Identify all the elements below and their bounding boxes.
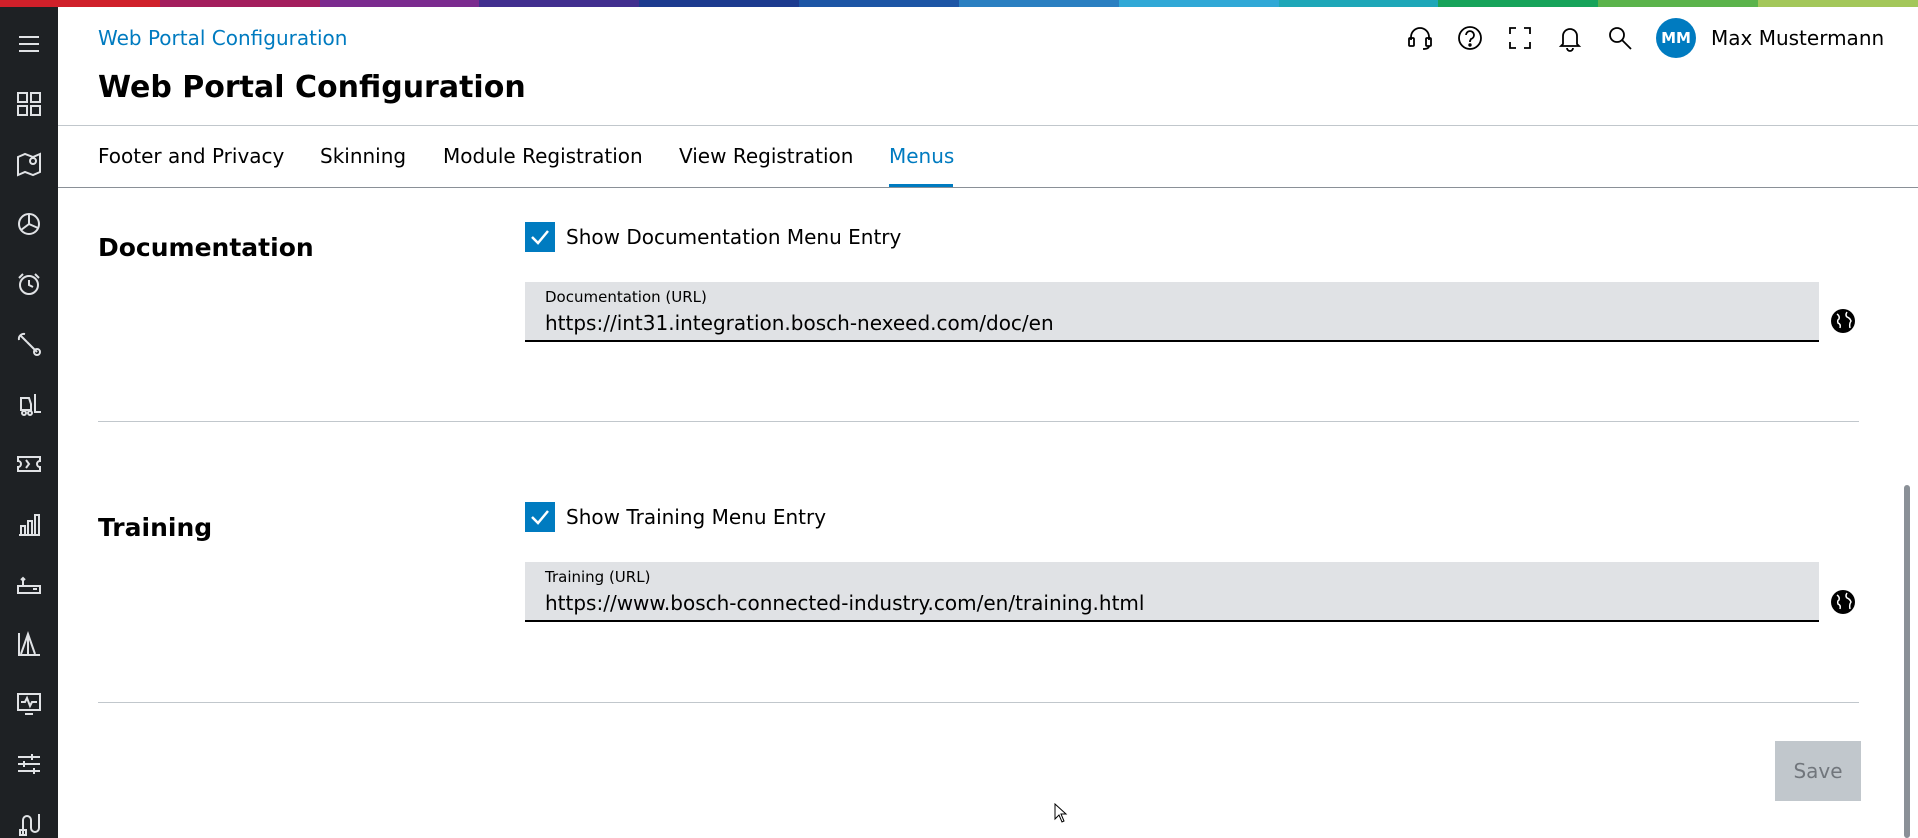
ticket-icon[interactable] bbox=[15, 450, 43, 478]
training-url-input[interactable]: https://www.bosch-connected-industry.com… bbox=[545, 591, 1144, 615]
headset-icon[interactable] bbox=[1405, 23, 1435, 53]
checkmark-icon bbox=[531, 230, 549, 245]
color-bar-segment bbox=[1598, 0, 1759, 7]
tabs-divider bbox=[58, 187, 1918, 188]
map-location-icon[interactable] bbox=[15, 150, 43, 178]
color-bar-segment bbox=[159, 0, 320, 7]
tab-footer-and-privacy[interactable]: Footer and Privacy bbox=[98, 144, 284, 168]
scrollbar[interactable] bbox=[1904, 485, 1910, 838]
pie-chart-icon[interactable] bbox=[15, 210, 43, 238]
training-url-label: Training (URL) bbox=[545, 568, 651, 586]
training-section-title: Training bbox=[98, 513, 213, 542]
bar-chart-icon[interactable] bbox=[15, 510, 43, 538]
tab-view-registration[interactable]: View Registration bbox=[679, 144, 853, 168]
documentation-url-field[interactable]: Documentation (URL) https://int31.integr… bbox=[525, 282, 1819, 342]
help-icon[interactable] bbox=[1455, 23, 1485, 53]
search-icon[interactable] bbox=[1605, 23, 1635, 53]
training-checkbox-label[interactable]: Show Training Menu Entry bbox=[566, 505, 826, 529]
color-bar-segment bbox=[479, 0, 640, 7]
globe-icon[interactable] bbox=[1830, 589, 1856, 615]
notification-bell-icon[interactable] bbox=[1555, 23, 1585, 53]
dashboard-grid-icon[interactable] bbox=[15, 90, 43, 118]
checkmark-icon bbox=[531, 510, 549, 525]
documentation-menu-checkbox[interactable] bbox=[525, 222, 555, 252]
monitor-pulse-icon[interactable] bbox=[15, 690, 43, 718]
section-divider bbox=[98, 421, 1859, 422]
wrench-tool-icon[interactable] bbox=[15, 330, 43, 358]
menu-icon[interactable] bbox=[15, 30, 43, 58]
fullscreen-icon[interactable] bbox=[1505, 23, 1535, 53]
color-bar-segment bbox=[1438, 0, 1599, 7]
tab-skinning[interactable]: Skinning bbox=[320, 144, 406, 168]
color-bar-segment bbox=[1758, 0, 1918, 7]
user-name[interactable]: Max Mustermann bbox=[1711, 26, 1884, 50]
documentation-section-title: Documentation bbox=[98, 233, 314, 262]
save-button[interactable]: Save bbox=[1775, 741, 1861, 801]
section-divider bbox=[98, 702, 1859, 703]
avatar[interactable]: MM bbox=[1656, 18, 1696, 58]
brand-color-bar bbox=[0, 0, 1918, 7]
color-bar-segment bbox=[1278, 0, 1439, 7]
sidebar bbox=[0, 7, 58, 838]
page-title: Web Portal Configuration bbox=[98, 70, 526, 105]
alarm-clock-icon[interactable] bbox=[15, 270, 43, 298]
distribution-chart-icon[interactable] bbox=[15, 630, 43, 658]
tab-module-registration[interactable]: Module Registration bbox=[443, 144, 643, 168]
tab-menus[interactable]: Menus bbox=[889, 144, 954, 168]
documentation-checkbox-label[interactable]: Show Documentation Menu Entry bbox=[566, 225, 901, 249]
header-divider bbox=[58, 125, 1918, 126]
forklift-icon[interactable] bbox=[15, 390, 43, 418]
color-bar-segment bbox=[799, 0, 959, 7]
documentation-url-input[interactable]: https://int31.integration.bosch-nexeed.c… bbox=[545, 311, 1054, 335]
color-bar-segment bbox=[958, 0, 1119, 7]
color-bar-segment bbox=[319, 0, 480, 7]
training-menu-checkbox[interactable] bbox=[525, 502, 555, 532]
mouse-cursor-icon bbox=[1054, 802, 1068, 823]
router-icon[interactable] bbox=[15, 570, 43, 598]
globe-icon[interactable] bbox=[1830, 308, 1856, 334]
color-bar-segment bbox=[0, 0, 160, 7]
plug-cable-icon[interactable] bbox=[15, 810, 43, 838]
breadcrumb[interactable]: Web Portal Configuration bbox=[98, 26, 347, 50]
training-url-field[interactable]: Training (URL) https://www.bosch-connect… bbox=[525, 562, 1819, 622]
color-bar-segment bbox=[1118, 0, 1279, 7]
color-bar-segment bbox=[639, 0, 800, 7]
documentation-url-label: Documentation (URL) bbox=[545, 288, 707, 306]
sliders-icon[interactable] bbox=[15, 750, 43, 778]
